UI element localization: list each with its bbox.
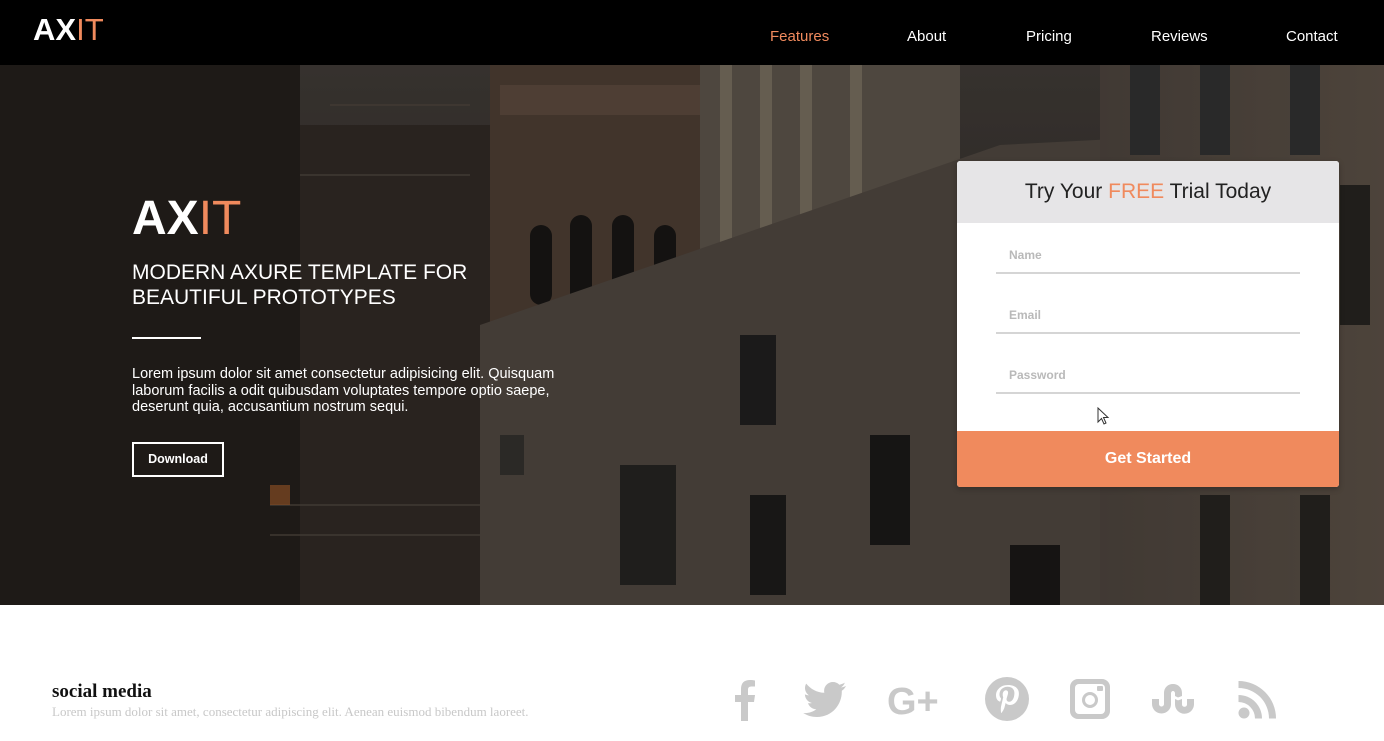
logo-it: IT [76, 12, 104, 47]
download-button[interactable]: Download [132, 442, 224, 477]
signup-title-pre: Try Your [1024, 180, 1109, 203]
hero-logo-ax: AX [132, 192, 199, 245]
password-field[interactable] [996, 358, 1300, 394]
logo-ax: AX [33, 12, 77, 47]
rss-icon[interactable] [1230, 671, 1286, 727]
name-field[interactable] [996, 238, 1300, 274]
mouse-cursor-icon [1097, 407, 1110, 425]
twitter-icon[interactable] [796, 671, 852, 727]
footer-text: Lorem ipsum dolor sit amet, consectetur … [52, 704, 529, 719]
hero-divider [132, 337, 201, 339]
get-started-button[interactable]: Get Started [957, 431, 1339, 487]
google-plus-icon[interactable]: G+ [886, 671, 942, 727]
top-navbar: AXIT Features About Pricing Reviews Cont… [0, 0, 1384, 65]
stumbleupon-icon[interactable] [1145, 671, 1201, 727]
svg-text:G+: G+ [887, 681, 939, 723]
signup-title-post: Trial Today [1164, 180, 1272, 203]
email-field[interactable] [996, 298, 1300, 334]
nav-features[interactable]: Features [770, 28, 829, 46]
signup-card: Try Your FREE Trial Today Get Started [957, 161, 1339, 487]
hero-logo: AXIT [132, 194, 241, 244]
hero-logo-it: IT [198, 192, 242, 245]
footer-section: social media Lorem ipsum dolor sit amet,… [0, 605, 1384, 741]
signup-card-header: Try Your FREE Trial Today [957, 161, 1339, 223]
signup-title-highlight: FREE [1108, 180, 1165, 203]
instagram-icon[interactable] [1062, 671, 1118, 727]
nav-contact[interactable]: Contact [1286, 28, 1338, 46]
facebook-icon[interactable] [717, 671, 773, 727]
footer-title: social media [52, 681, 152, 702]
hero-description: Lorem ipsum dolor sit amet consectetur a… [132, 366, 555, 415]
brand-logo[interactable]: AXIT [33, 13, 104, 47]
pinterest-icon[interactable] [979, 671, 1035, 727]
nav-reviews[interactable]: Reviews [1151, 28, 1208, 46]
nav-pricing[interactable]: Pricing [1026, 28, 1072, 46]
hero-heading: MODERN AXURE TEMPLATE FOR BEAUTIFUL PROT… [132, 261, 468, 309]
nav-about[interactable]: About [907, 28, 946, 46]
